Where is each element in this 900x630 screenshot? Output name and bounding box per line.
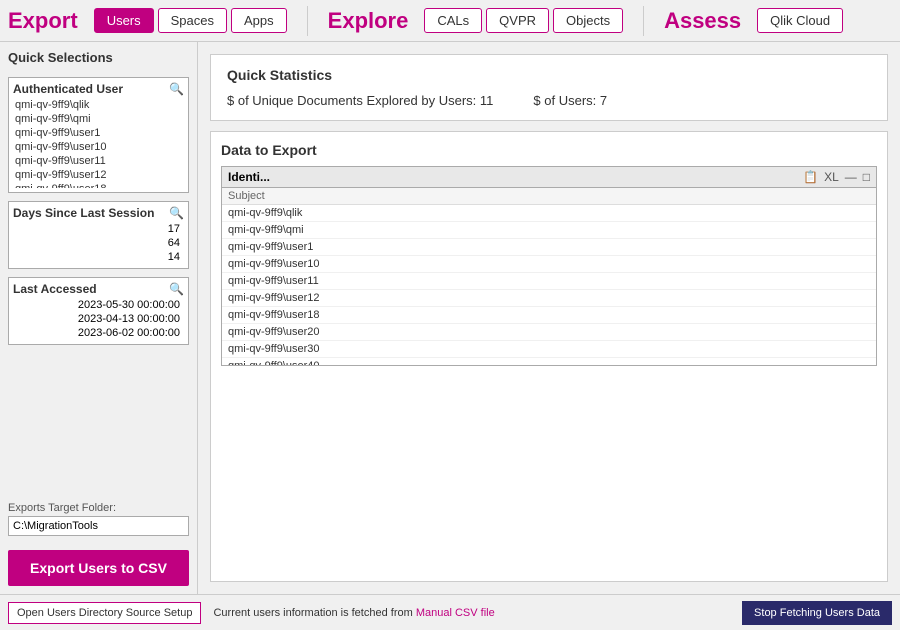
list-item[interactable]: qmi-qv-9ff9\user10 <box>13 140 184 154</box>
separator-2 <box>643 6 644 36</box>
days-since-filter: Days Since Last Session 🔍 17 64 14 <box>8 201 189 269</box>
table-body: qmi-qv-9ff9\qlik qmi-qv-9ff9\qmi qmi-qv-… <box>222 205 876 365</box>
list-item[interactable]: 17 <box>164 222 184 236</box>
list-item[interactable]: 2023-06-02 00:00:00 <box>74 326 184 340</box>
last-accessed-label: Last Accessed <box>13 282 97 296</box>
table-copy-icon[interactable]: 📋 <box>803 170 818 184</box>
list-item[interactable]: 2023-04-13 00:00:00 <box>74 312 184 326</box>
table-row[interactable]: qmi-qv-9ff9\user18 <box>222 307 876 324</box>
list-item[interactable]: 14 <box>164 250 184 264</box>
footer: Open Users Directory Source Setup Curren… <box>0 594 900 630</box>
table-row[interactable]: qmi-qv-9ff9\user1 <box>222 239 876 256</box>
stop-fetching-button[interactable]: Stop Fetching Users Data <box>742 601 892 625</box>
assess-label: Assess <box>664 8 741 34</box>
accessed-list: 2023-05-30 00:00:00 2023-04-13 00:00:00 … <box>13 298 184 340</box>
footer-info-text: Current users information is fetched fro… <box>213 607 415 619</box>
export-nav: Users Spaces Apps <box>94 8 287 33</box>
last-accessed-search-icon[interactable]: 🔍 <box>169 282 184 296</box>
data-export-section: Data to Export Identi... 📋 XL — □ Subjec… <box>210 131 888 582</box>
list-item[interactable]: qmi-qv-9ff9\user12 <box>13 168 184 182</box>
table-col-header: Identi... <box>228 170 795 184</box>
qvpr-tab[interactable]: QVPR <box>486 8 549 33</box>
table-row[interactable]: qmi-qv-9ff9\qlik <box>222 205 876 222</box>
list-item[interactable]: qmi-qv-9ff9\user11 <box>13 154 184 168</box>
auth-user-list: qmi-qv-9ff9\qlik qmi-qv-9ff9\qmi qmi-qv-… <box>13 98 184 188</box>
table-row[interactable]: qmi-qv-9ff9\user12 <box>222 290 876 307</box>
days-list: 17 64 14 <box>13 222 184 264</box>
auth-user-header: Authenticated User 🔍 <box>13 82 184 96</box>
table-row[interactable]: qmi-qv-9ff9\user30 <box>222 341 876 358</box>
app-header: Export Users Spaces Apps Explore CALs QV… <box>0 0 900 42</box>
list-item[interactable]: qmi-qv-9ff9\user18 <box>13 182 184 188</box>
cals-tab[interactable]: CALs <box>424 8 482 33</box>
exports-folder-input[interactable] <box>8 516 189 536</box>
right-panel: Quick Statistics $ of Unique Documents E… <box>198 42 900 594</box>
last-accessed-filter: Last Accessed 🔍 2023-05-30 00:00:00 2023… <box>8 277 189 345</box>
days-label: Days Since Last Session <box>13 206 154 220</box>
table-row[interactable]: qmi-qv-9ff9\user11 <box>222 273 876 290</box>
quick-selections-label: Quick Selections <box>8 50 189 65</box>
authenticated-user-filter: Authenticated User 🔍 qmi-qv-9ff9\qlik qm… <box>8 77 189 193</box>
stats-row: $ of Unique Documents Explored by Users:… <box>227 93 871 108</box>
table-window-icon[interactable]: □ <box>863 170 870 184</box>
qlik-cloud-tab[interactable]: Qlik Cloud <box>757 8 843 33</box>
table-row[interactable]: qmi-qv-9ff9\user10 <box>222 256 876 273</box>
table-header: Identi... 📋 XL — □ <box>222 167 876 188</box>
accessed-header: Last Accessed 🔍 <box>13 282 184 296</box>
manual-csv-link[interactable]: Manual CSV file <box>416 607 495 619</box>
open-users-directory-button[interactable]: Open Users Directory Source Setup <box>8 602 201 624</box>
left-panel: Quick Selections Authenticated User 🔍 qm… <box>0 42 198 594</box>
explore-nav: CALs QVPR Objects <box>424 8 623 33</box>
apps-tab[interactable]: Apps <box>231 8 287 33</box>
explore-label: Explore <box>328 8 409 34</box>
stat-users: $ of Users: 7 <box>533 93 607 108</box>
data-export-title: Data to Export <box>221 142 877 158</box>
main-content: Quick Selections Authenticated User 🔍 qm… <box>0 42 900 594</box>
list-item[interactable]: qmi-qv-9ff9\qlik <box>13 98 184 112</box>
quick-statistics-section: Quick Statistics $ of Unique Documents E… <box>210 54 888 121</box>
footer-info: Current users information is fetched fro… <box>213 607 730 619</box>
table-row[interactable]: qmi-qv-9ff9\user40 <box>222 358 876 365</box>
table-row[interactable]: qmi-qv-9ff9\qmi <box>222 222 876 239</box>
list-item[interactable]: qmi-qv-9ff9\qmi <box>13 112 184 126</box>
list-item[interactable]: qmi-qv-9ff9\user1 <box>13 126 184 140</box>
table-toolbar: 📋 XL — □ <box>803 170 870 184</box>
exports-folder-section: Exports Target Folder: <box>8 502 189 536</box>
quick-stats-title: Quick Statistics <box>227 67 871 83</box>
export-label: Export <box>8 8 78 34</box>
auth-user-search-icon[interactable]: 🔍 <box>169 82 184 96</box>
export-users-button[interactable]: Export Users to CSV <box>8 550 189 586</box>
table-xl-label[interactable]: XL <box>824 170 839 184</box>
table-subheader: Subject <box>222 188 876 205</box>
stat-unique-docs: $ of Unique Documents Explored by Users:… <box>227 93 493 108</box>
assess-nav: Qlik Cloud <box>757 8 843 33</box>
objects-tab[interactable]: Objects <box>553 8 623 33</box>
separator-1 <box>307 6 308 36</box>
exports-folder-label: Exports Target Folder: <box>8 502 189 514</box>
data-table: Identi... 📋 XL — □ Subject qmi-qv-9ff9\q… <box>221 166 877 366</box>
days-search-icon[interactable]: 🔍 <box>169 206 184 220</box>
list-item[interactable]: 2023-05-30 00:00:00 <box>74 298 184 312</box>
table-minus-icon[interactable]: — <box>845 170 857 184</box>
table-row[interactable]: qmi-qv-9ff9\user20 <box>222 324 876 341</box>
days-header: Days Since Last Session 🔍 <box>13 206 184 220</box>
spaces-tab[interactable]: Spaces <box>158 8 227 33</box>
list-item[interactable]: 64 <box>164 236 184 250</box>
auth-user-label: Authenticated User <box>13 82 123 96</box>
users-tab[interactable]: Users <box>94 8 154 33</box>
